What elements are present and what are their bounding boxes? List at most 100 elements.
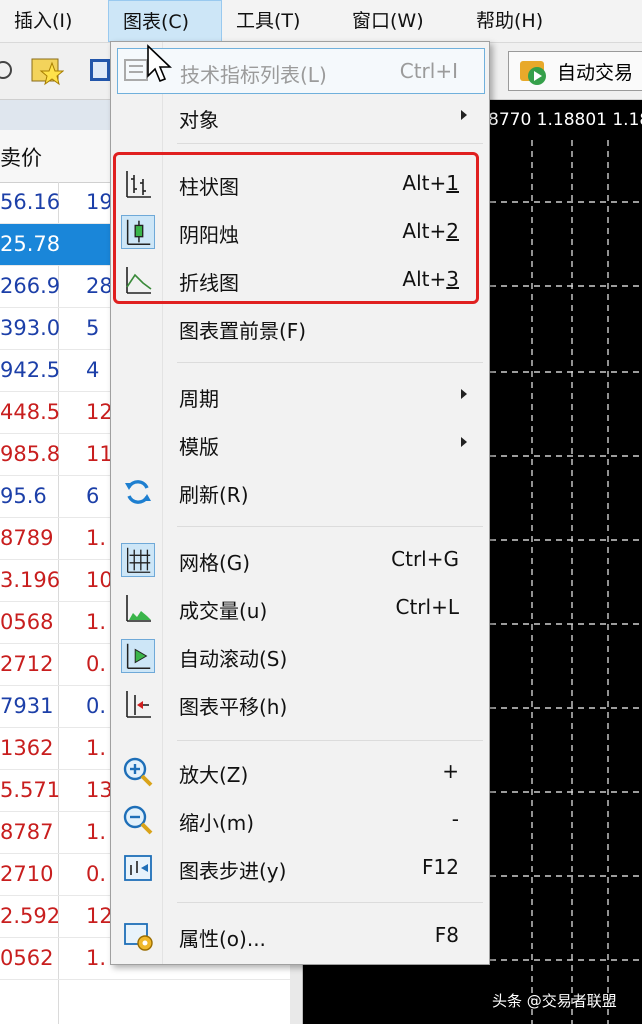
menu-separator	[177, 740, 483, 741]
menu-item-template[interactable]: 模版	[111, 422, 489, 466]
menu-item-grid[interactable]: 网格(G) Ctrl+G	[111, 538, 489, 582]
auto-trading-label: 自动交易	[557, 62, 634, 84]
bid-price: 0568	[0, 610, 54, 634]
menu-window[interactable]: 窗口(W)	[344, 0, 432, 42]
bid-price: 56.16	[0, 190, 61, 214]
bid-price: 8789	[0, 526, 54, 550]
ask-price: 0.	[86, 694, 107, 718]
bid-price: 985.8	[0, 442, 61, 466]
ask-price: 1.	[86, 526, 107, 550]
chart-quote-readout: 8770 1.18801 1.18	[488, 110, 642, 130]
submenu-arrow-icon	[461, 389, 467, 399]
menu-item-refresh[interactable]: 刷新(R)	[111, 470, 489, 514]
chart-shift-icon	[126, 691, 151, 718]
menu-bar: 插入(I) 图表(C) 工具(T) 窗口(W) 帮助(H)	[0, 0, 642, 43]
ask-price: 5	[86, 316, 100, 340]
menu-item-label: 图表平移(h)	[179, 695, 288, 719]
ask-price: 19	[86, 190, 113, 214]
bid-price: 7931	[0, 694, 54, 718]
ask-price: 12	[86, 904, 113, 928]
bid-price: 5.571	[0, 778, 61, 802]
ask-price: 4	[86, 358, 100, 382]
menu-item-shortcut: Ctrl+L	[395, 595, 460, 619]
mouse-cursor-icon	[147, 44, 172, 83]
menu-item-label: 模版	[179, 435, 219, 459]
menu-item-foreground[interactable]: 图表置前景(F)	[111, 306, 489, 350]
menu-item-shortcut: -	[451, 807, 459, 831]
bid-price: 448.5	[0, 400, 61, 424]
submenu-arrow-icon	[461, 110, 467, 120]
menu-item-label: 缩小(m)	[179, 811, 255, 835]
menu-item-label: 放大(Z)	[179, 763, 249, 787]
menu-item-label: 对象	[179, 108, 219, 132]
menu-item-shortcut: +	[442, 759, 459, 783]
bid-price: 2.592	[0, 904, 61, 928]
ask-price: 1.	[86, 610, 107, 634]
menu-charts[interactable]: 图表(C)	[108, 0, 222, 42]
refresh-icon	[125, 480, 151, 504]
menu-item-objects[interactable]: 对象	[111, 95, 489, 139]
bid-price: 266.9	[0, 274, 61, 298]
menu-item-label: 图表步进(y)	[179, 859, 287, 883]
zoom-in-icon	[123, 757, 153, 787]
ask-price: 1.	[86, 946, 107, 970]
bid-price: 1362	[0, 736, 54, 760]
menu-item-label: 周期	[179, 387, 219, 411]
menu-item-chart-shift[interactable]: 图表平移(h)	[111, 682, 489, 726]
menu-item-shortcut: F12	[422, 855, 459, 879]
submenu-arrow-icon	[461, 437, 467, 447]
ask-price: 0.	[86, 862, 107, 886]
auto-trading-icon	[520, 61, 546, 85]
menu-item-shortcut: Ctrl+I	[399, 59, 458, 83]
ask-price: 28	[86, 274, 113, 298]
ask-price: 1.	[86, 736, 107, 760]
menu-separator	[177, 362, 483, 363]
menu-insert[interactable]: 插入(I)	[6, 0, 80, 42]
menu-tools[interactable]: 工具(T)	[228, 0, 308, 42]
menu-item-shortcut: F8	[434, 923, 459, 947]
crosshair-icon[interactable]	[0, 53, 20, 87]
menu-item-label: 属性(o)...	[179, 927, 266, 951]
ask-price: 13	[86, 778, 113, 802]
menu-item-label: 刷新(R)	[179, 483, 249, 507]
bid-price: 2712	[0, 652, 54, 676]
ask-price: 12	[86, 400, 113, 424]
volumes-icon	[126, 595, 151, 622]
menu-item-label: 自动滚动(S)	[179, 647, 288, 671]
annotation-highlight-box	[113, 152, 479, 304]
menu-item-volumes[interactable]: 成交量(u) Ctrl+L	[111, 586, 489, 630]
menu-separator	[177, 143, 483, 144]
menu-item-label: 图表置前景(F)	[179, 319, 307, 343]
bid-price: 25.78	[0, 232, 61, 256]
menu-item-label: 成交量(u)	[179, 599, 268, 623]
menu-item-shortcut: Ctrl+G	[391, 547, 459, 571]
bid-price: 942.5	[0, 358, 61, 382]
auto-trading-button[interactable]: 自动交易	[508, 51, 642, 91]
bid-price: 3.196	[0, 568, 61, 592]
menu-item-auto-scroll[interactable]: 自动滚动(S)	[111, 634, 489, 678]
bid-price: 8787	[0, 820, 54, 844]
zoom-out-icon	[123, 805, 153, 835]
auto-scroll-icon	[121, 639, 155, 673]
properties-icon	[124, 923, 153, 951]
ask-price: 0.	[86, 652, 107, 676]
ask-price: 6	[86, 484, 100, 508]
menu-separator	[177, 526, 483, 527]
grid-icon	[121, 543, 155, 577]
menu-separator	[177, 902, 483, 903]
menu-item-label: 网格(G)	[179, 551, 251, 575]
watermark: 头条 @交易者联盟	[492, 992, 617, 1010]
bid-price: 95.6	[0, 484, 47, 508]
chart-step-icon	[124, 855, 152, 881]
menu-item-label: 技术指标列表(L)	[180, 63, 327, 87]
menu-help[interactable]: 帮助(H)	[468, 0, 551, 42]
menu-item-zoom-in[interactable]: 放大(Z) +	[111, 750, 489, 794]
favorites-icon[interactable]	[30, 53, 64, 87]
menu-item-step[interactable]: 图表步进(y) F12	[111, 846, 489, 890]
menu-item-periodicity[interactable]: 周期	[111, 374, 489, 418]
ask-price: 1.	[86, 820, 107, 844]
bid-price: 393.0	[0, 316, 61, 340]
menu-item-zoom-out[interactable]: 缩小(m) -	[111, 798, 489, 842]
menu-item-properties[interactable]: 属性(o)... F8	[111, 914, 489, 958]
bid-column-label: 卖价	[0, 146, 42, 170]
